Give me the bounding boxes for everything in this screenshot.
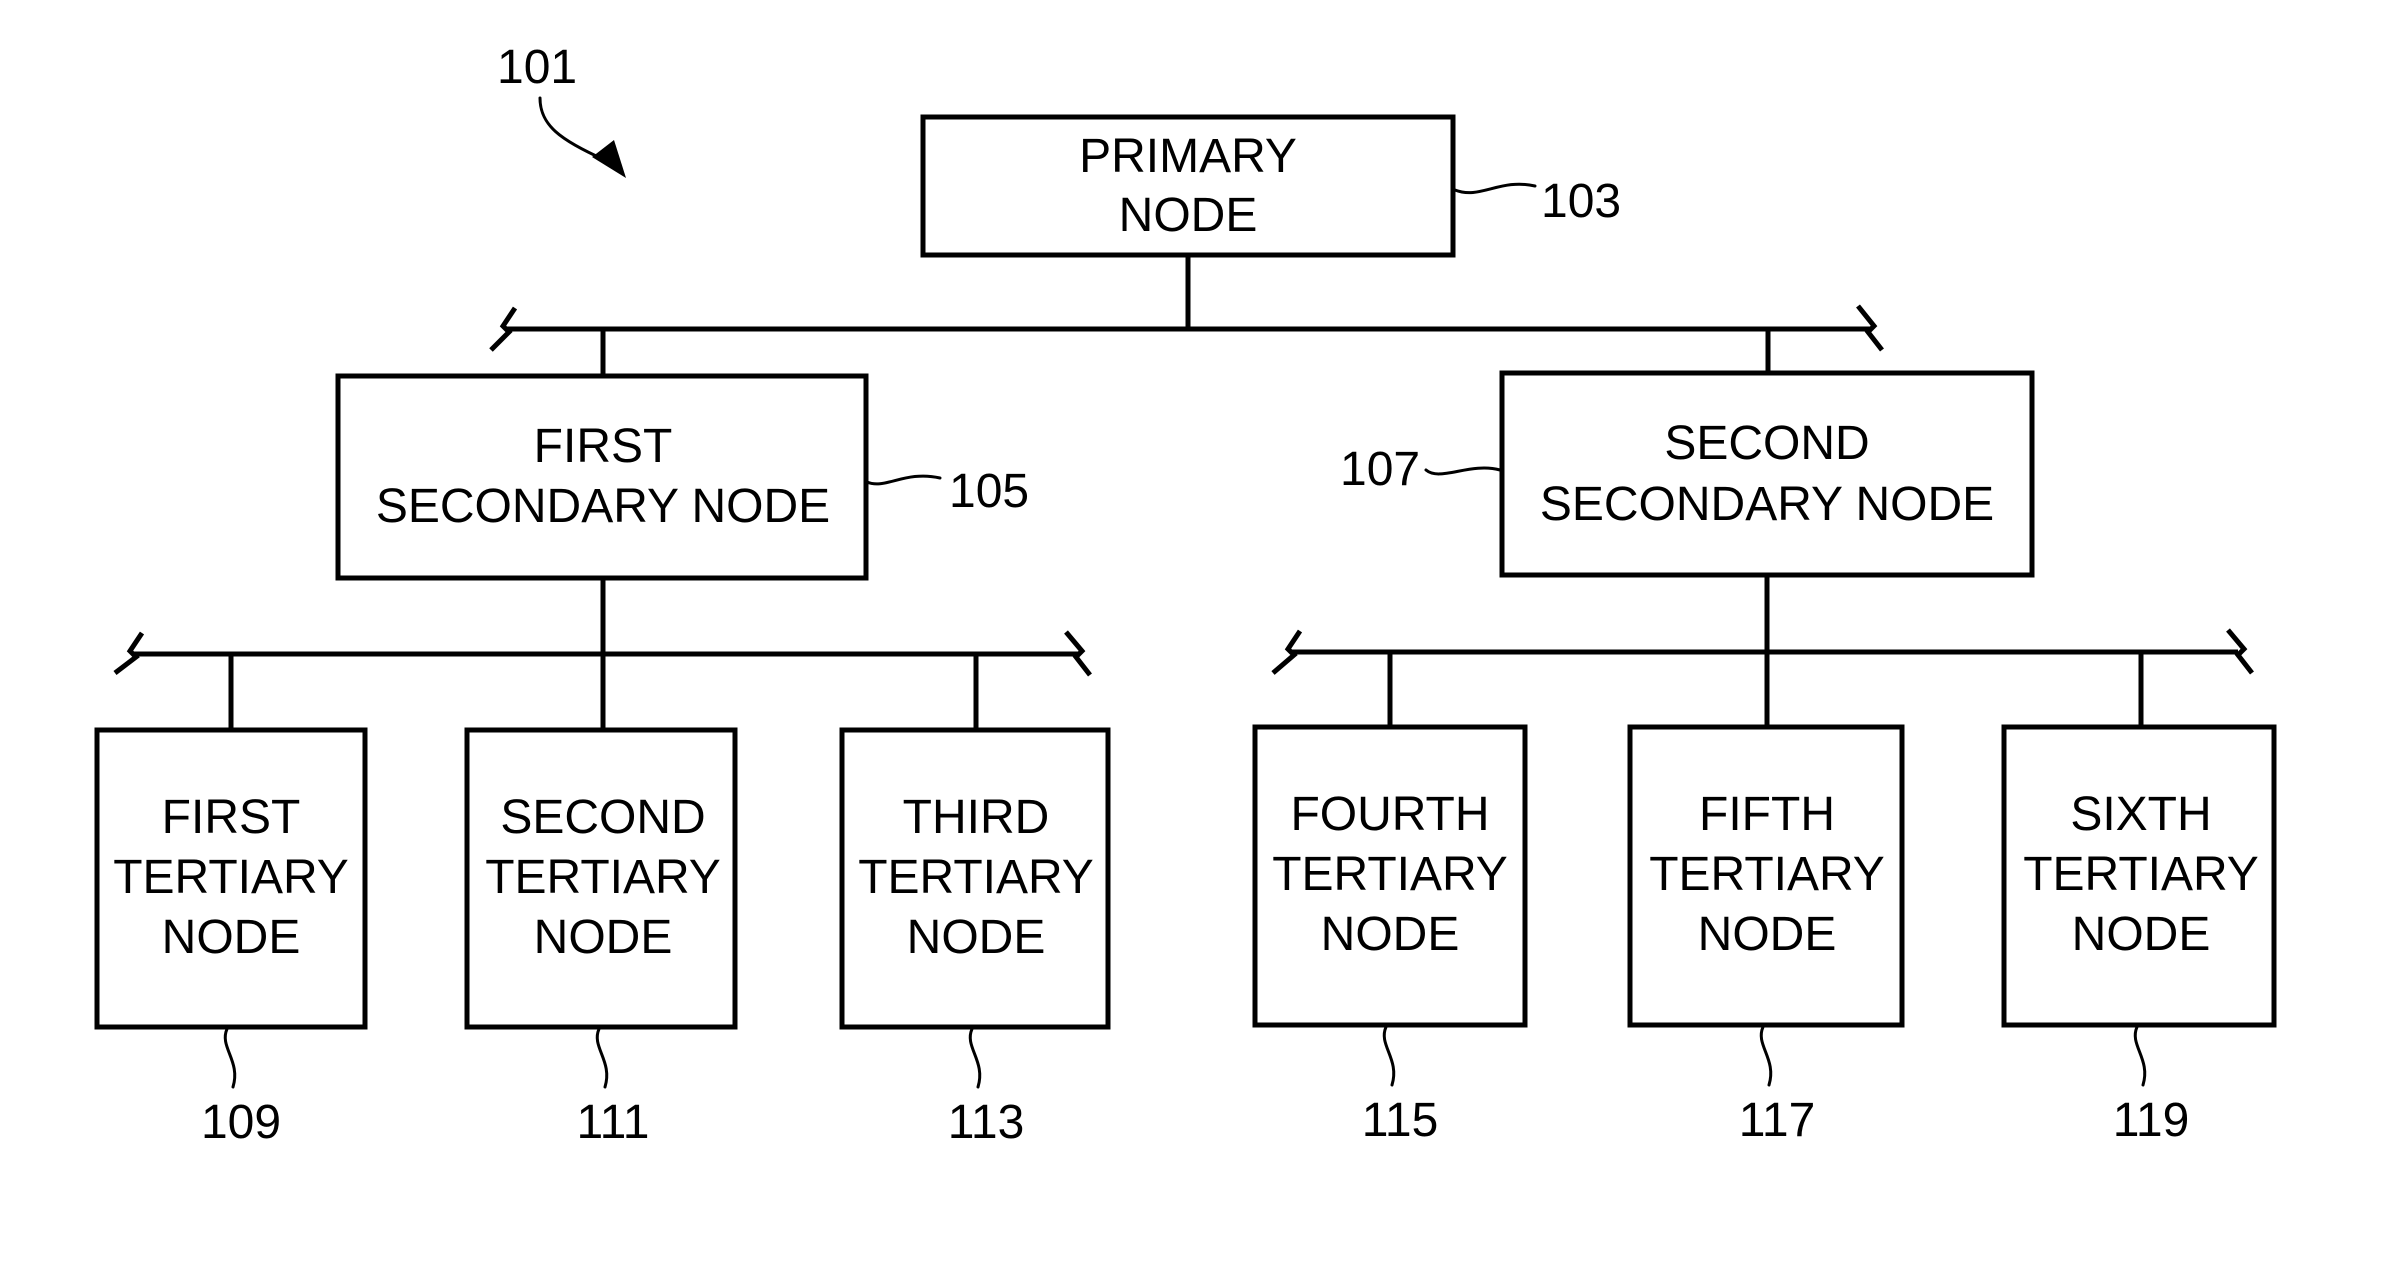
figure-reference-label: 101 [497,41,577,94]
first-tertiary-node-ref: 109 [201,1096,281,1149]
second-secondary-bus [1271,575,2254,675]
third-tertiary-node-label-line-3: NODE [907,911,1046,964]
second-secondary-node-leader [1424,466,1502,476]
third-tertiary-leader [968,1027,982,1089]
third-tertiary-node-ref: 113 [948,1096,1025,1149]
first-secondary-node[interactable]: FIRST SECONDARY NODE 105 [335,373,1029,581]
second-tertiary-node-ref: 111 [577,1096,650,1149]
second-secondary-node-label-line-2: SECONDARY NODE [1540,478,1994,531]
second-secondary-node-box[interactable] [1499,370,2035,578]
first-secondary-node-box[interactable] [335,373,869,581]
fourth-tertiary-node-label-line-1: FOURTH [1290,788,1489,841]
fifth-tertiary-node[interactable]: FIFTH TERTIARY NODE 117 [1627,652,1905,1147]
figure-reference: 101 [497,41,626,178]
first-secondary-node-ref: 105 [949,465,1029,518]
fifth-tertiary-node-ref: 117 [1739,1094,1816,1147]
sixth-tertiary-node-label-line-2: TERTIARY [2023,848,2259,901]
fourth-tertiary-node-label-line-3: NODE [1321,908,1460,961]
first-tertiary-leader [223,1027,237,1089]
first-tertiary-node-label-line-2: TERTIARY [113,851,349,904]
primary-bus [489,255,1884,376]
first-tertiary-node-label-line-1: FIRST [162,791,301,844]
second-secondary-node-label-line-1: SECOND [1664,417,1869,470]
fourth-tertiary-node[interactable]: FOURTH TERTIARY NODE 115 [1252,652,1528,1147]
sixth-tertiary-node[interactable]: SIXTH TERTIARY NODE 119 [2001,652,2277,1147]
first-secondary-node-leader [865,474,942,486]
tertiary-nodes: FIRST TERTIARY NODE 109 SECOND TERTIARY NODE 11… [94,652,2277,1149]
second-tertiary-node-label-line-2: TERTIARY [485,851,721,904]
fifth-tertiary-leader [1759,1025,1773,1087]
second-tertiary-node[interactable]: SECOND TERTIARY NODE 111 [464,654,738,1149]
third-tertiary-node[interactable]: THIRD TERTIARY NODE 113 [839,654,1111,1149]
fourth-tertiary-leader [1382,1025,1396,1087]
primary-node-label-line-1: PRIMARY [1079,130,1297,183]
second-secondary-node-ref: 107 [1340,443,1420,496]
fifth-tertiary-node-label-line-1: FIFTH [1699,788,1835,841]
sixth-tertiary-node-label-line-1: SIXTH [2070,788,2211,841]
primary-node[interactable]: PRIMARY NODE 103 [920,114,1621,258]
third-tertiary-node-label-line-1: THIRD [903,791,1050,844]
second-tertiary-leader [595,1027,609,1089]
hierarchy-diagram: 101 PRIMARY NODE 103 FIRST SECONDARY NOD… [94,41,2277,1149]
primary-node-label-line-2: NODE [1119,189,1258,242]
fourth-tertiary-node-label-line-2: TERTIARY [1272,848,1508,901]
first-secondary-node-label-line-1: FIRST [534,420,673,473]
second-tertiary-node-label-line-1: SECOND [500,791,705,844]
fifth-tertiary-node-label-line-2: TERTIARY [1649,848,1885,901]
sixth-tertiary-node-ref: 119 [2113,1094,2190,1147]
first-tertiary-node[interactable]: FIRST TERTIARY NODE 109 [94,654,368,1149]
figure-reference-arrow [538,96,607,162]
arrowhead-icon [592,140,626,178]
fourth-tertiary-node-ref: 115 [1362,1094,1439,1147]
sixth-tertiary-leader [2133,1025,2147,1087]
first-tertiary-node-label-line-3: NODE [162,911,301,964]
primary-node-leader [1453,182,1537,195]
sixth-tertiary-node-label-line-3: NODE [2072,908,2211,961]
second-tertiary-node-label-line-3: NODE [534,911,673,964]
primary-node-ref: 103 [1541,175,1621,228]
first-secondary-node-label-line-2: SECONDARY NODE [376,480,830,533]
second-secondary-node[interactable]: SECOND SECONDARY NODE 107 [1340,370,2035,578]
third-tertiary-node-label-line-2: TERTIARY [858,851,1094,904]
fifth-tertiary-node-label-line-3: NODE [1698,908,1837,961]
